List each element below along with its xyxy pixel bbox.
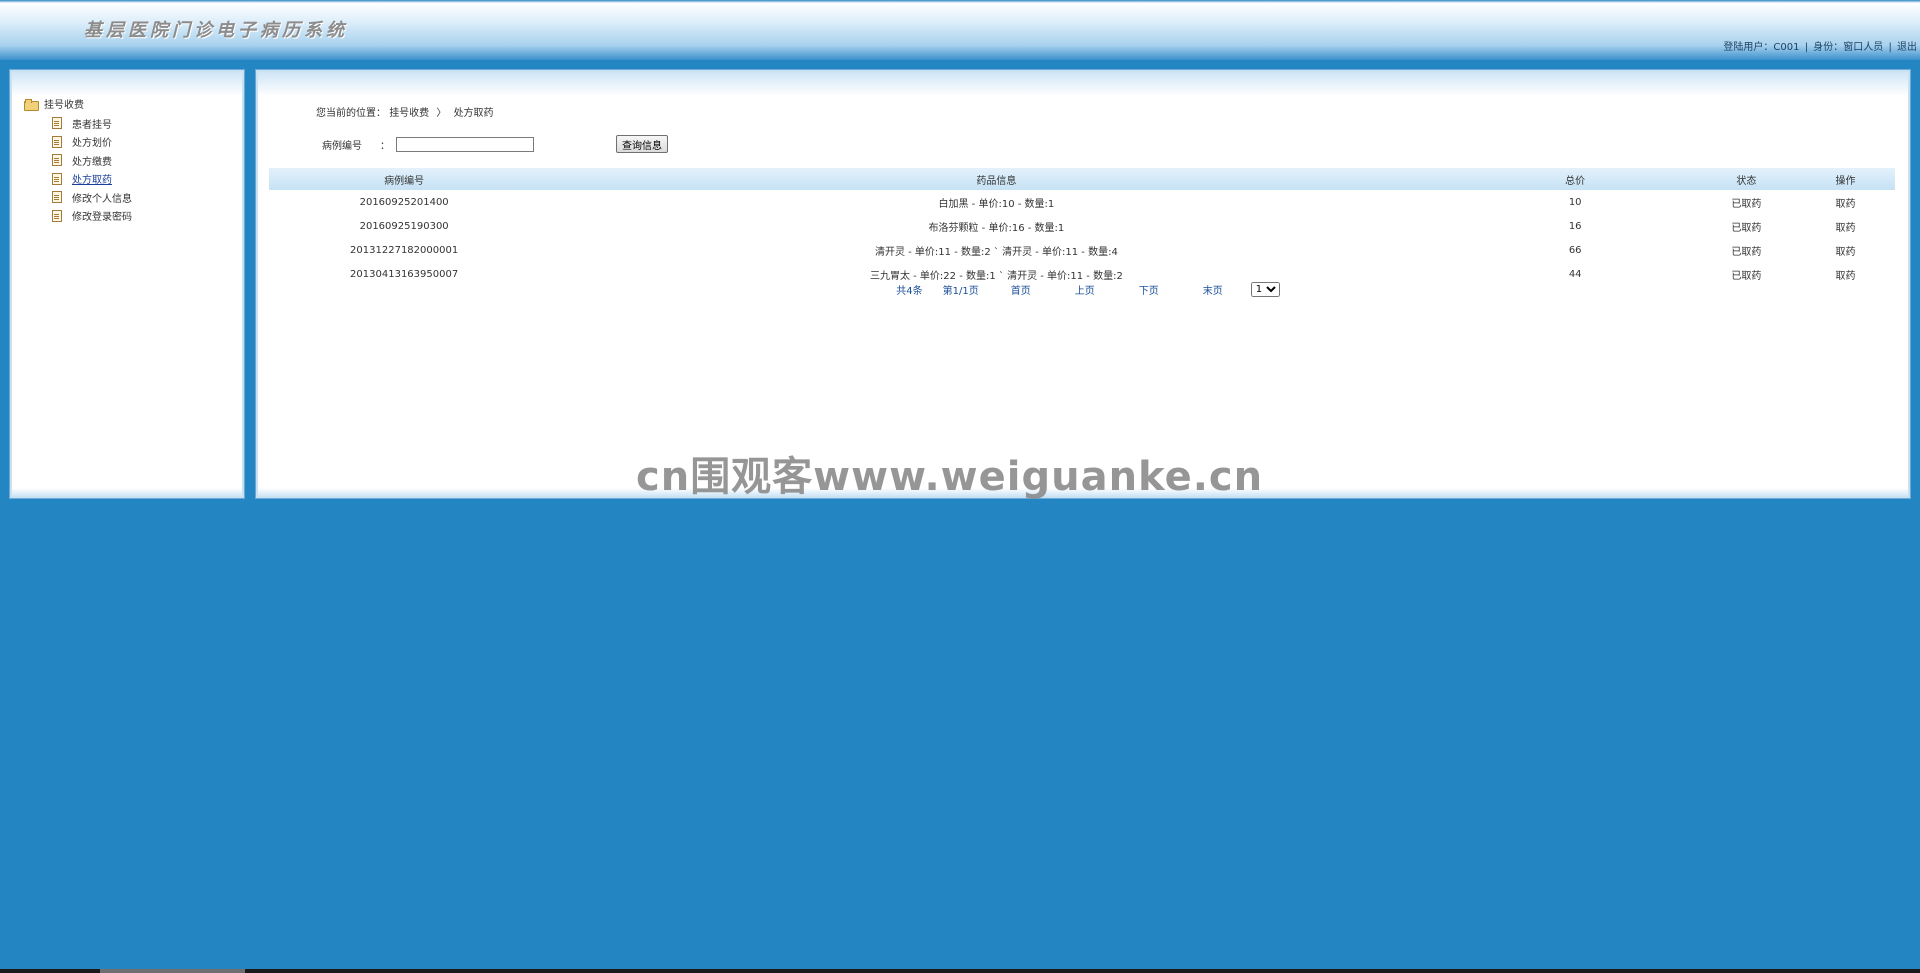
table-header-row: 病例编号 药品信息 总价 状态 操作 (269, 168, 1895, 190)
breadcrumb-separator: 〉 (436, 108, 447, 119)
bottom-edge (0, 969, 1920, 973)
watermark: cn围观客www.weiguanke.cn (636, 454, 1264, 500)
bottom-scroll-thumb (100, 969, 245, 973)
table-row: 20160925190300 布洛芬颗粒 - 单价:16 - 数量:1 16 已… (269, 214, 1895, 238)
cell-case-number: 20160925190300 (359, 220, 449, 232)
first-page-link[interactable]: 首页 (1011, 282, 1031, 297)
sidebar-item-label[interactable]: 处方缴费 (72, 153, 112, 168)
user-label: 登陆用户：C001 (1723, 42, 1800, 53)
breadcrumb: 您当前的位置： 挂号收费 〉 处方取药 (316, 104, 494, 119)
folder-open-icon (24, 98, 39, 111)
cell-drug-info: 清开灵 - 单价:11 - 数量:2 ` 清开灵 - 单价:11 - 数量:4 (874, 246, 1118, 258)
search-form: 病例编号 ： 查询信息 (322, 135, 668, 153)
cell-total: 10 (1568, 196, 1582, 208)
cell-drug-info: 布洛芬颗粒 - 单价:16 - 数量:1 (928, 222, 1065, 234)
dispense-action-link[interactable]: 取药 (1796, 190, 1895, 214)
column-header-drug-info: 药品信息 (976, 175, 1017, 187)
top-banner: 基层医院门诊电子病历系统 登陆用户：C001 | 身份：窗口人员 | 退出 (0, 0, 1920, 60)
panel-header-fade (258, 72, 1908, 96)
cell-status: 已取药 (1731, 198, 1762, 210)
panel-header-fade (12, 72, 242, 96)
panel-footer-fade (12, 488, 242, 496)
document-icon (52, 191, 62, 204)
user-separator: | (1804, 42, 1809, 53)
user-separator: | (1888, 42, 1892, 53)
role-label: 身份：窗口人员 (1813, 42, 1884, 53)
sidebar-item-label[interactable]: 修改个人信息 (72, 190, 132, 205)
pagination: 共4条 第1/1页 首页 上页 下页 末页 1 (258, 282, 1908, 297)
next-page-link[interactable]: 下页 (1139, 282, 1159, 297)
document-icon (52, 135, 62, 148)
document-icon (52, 209, 62, 222)
sidebar-panel: 挂号收费 患者挂号 处方划价 处方缴费 处方取药 修改个人信息 修改登录密码 (10, 70, 244, 498)
sidebar-item-label[interactable]: 修改登录密码 (72, 208, 132, 223)
column-header-total: 总价 (1565, 175, 1586, 187)
cell-drug-info: 白加黑 - 单价:10 - 数量:1 (938, 198, 1055, 210)
cell-total: 16 (1568, 220, 1582, 232)
prev-page-link[interactable]: 上页 (1075, 282, 1095, 297)
app-title: 基层医院门诊电子病历系统 (84, 20, 348, 41)
column-header-case-number: 病例编号 (384, 175, 425, 187)
case-number-label: 病例编号 (322, 140, 362, 152)
sidebar-item-edit-profile[interactable]: 修改个人信息 (52, 188, 132, 207)
table-row: 20131227182000001 清开灵 - 单价:11 - 数量:2 ` 清… (269, 238, 1895, 262)
cell-case-number: 20160925201400 (359, 196, 449, 208)
prescription-table: 病例编号 药品信息 总价 状态 操作 20160925201400 白加黑 - … (269, 168, 1895, 286)
sidebar-item-prescription-dispense[interactable]: 处方取药 (52, 170, 132, 189)
cell-total: 66 (1568, 244, 1582, 256)
sidebar-group-label: 挂号收费 (44, 100, 84, 111)
page-select[interactable]: 1 (1250, 282, 1280, 297)
main-panel: 您当前的位置： 挂号收费 〉 处方取药 病例编号 ： 查询信息 病例编号 药品信… (256, 70, 1910, 498)
breadcrumb-prefix: 您当前的位置： (316, 108, 386, 119)
cell-case-number: 20131227182000001 (350, 244, 459, 256)
sidebar-item-patient-registration[interactable]: 患者挂号 (52, 114, 132, 133)
dispense-action-link[interactable]: 取药 (1796, 214, 1895, 238)
query-button[interactable]: 查询信息 (616, 135, 668, 153)
dispense-action-link[interactable]: 取药 (1796, 238, 1895, 262)
user-info: 登陆用户：C001 | 身份：窗口人员 | 退出 (1722, 38, 1918, 53)
sidebar-item-label[interactable]: 处方取药 (72, 171, 112, 186)
document-icon (52, 154, 62, 167)
sidebar-item-prescription-payment[interactable]: 处方缴费 (52, 151, 132, 170)
sidebar-group-registration[interactable]: 挂号收费 (24, 96, 84, 111)
column-header-action: 操作 (1835, 175, 1856, 187)
sidebar-menu: 患者挂号 处方划价 处方缴费 处方取药 修改个人信息 修改登录密码 (52, 114, 132, 225)
cell-status: 已取药 (1731, 246, 1762, 258)
case-number-colon: ： (380, 140, 390, 152)
sidebar-item-label[interactable]: 处方划价 (72, 134, 112, 149)
last-page-link[interactable]: 末页 (1203, 282, 1223, 297)
sidebar-item-prescription-pricing[interactable]: 处方划价 (52, 133, 132, 152)
logout-link[interactable]: 退出 (1897, 42, 1917, 53)
sidebar-item-change-password[interactable]: 修改登录密码 (52, 207, 132, 226)
cell-status: 已取药 (1731, 222, 1762, 234)
column-header-status: 状态 (1736, 175, 1757, 187)
breadcrumb-level-1: 挂号收费 (389, 108, 430, 119)
pagination-page-info: 第1/1页 (942, 286, 979, 297)
breadcrumb-level-2: 处方取药 (453, 108, 494, 119)
table-row: 20160925201400 白加黑 - 单价:10 - 数量:1 10 已取药… (269, 190, 1895, 214)
document-icon (52, 117, 62, 130)
sidebar-item-label[interactable]: 患者挂号 (72, 116, 112, 131)
document-icon (52, 172, 62, 185)
case-number-input[interactable] (396, 136, 534, 152)
pagination-total: 共4条 (896, 286, 923, 297)
